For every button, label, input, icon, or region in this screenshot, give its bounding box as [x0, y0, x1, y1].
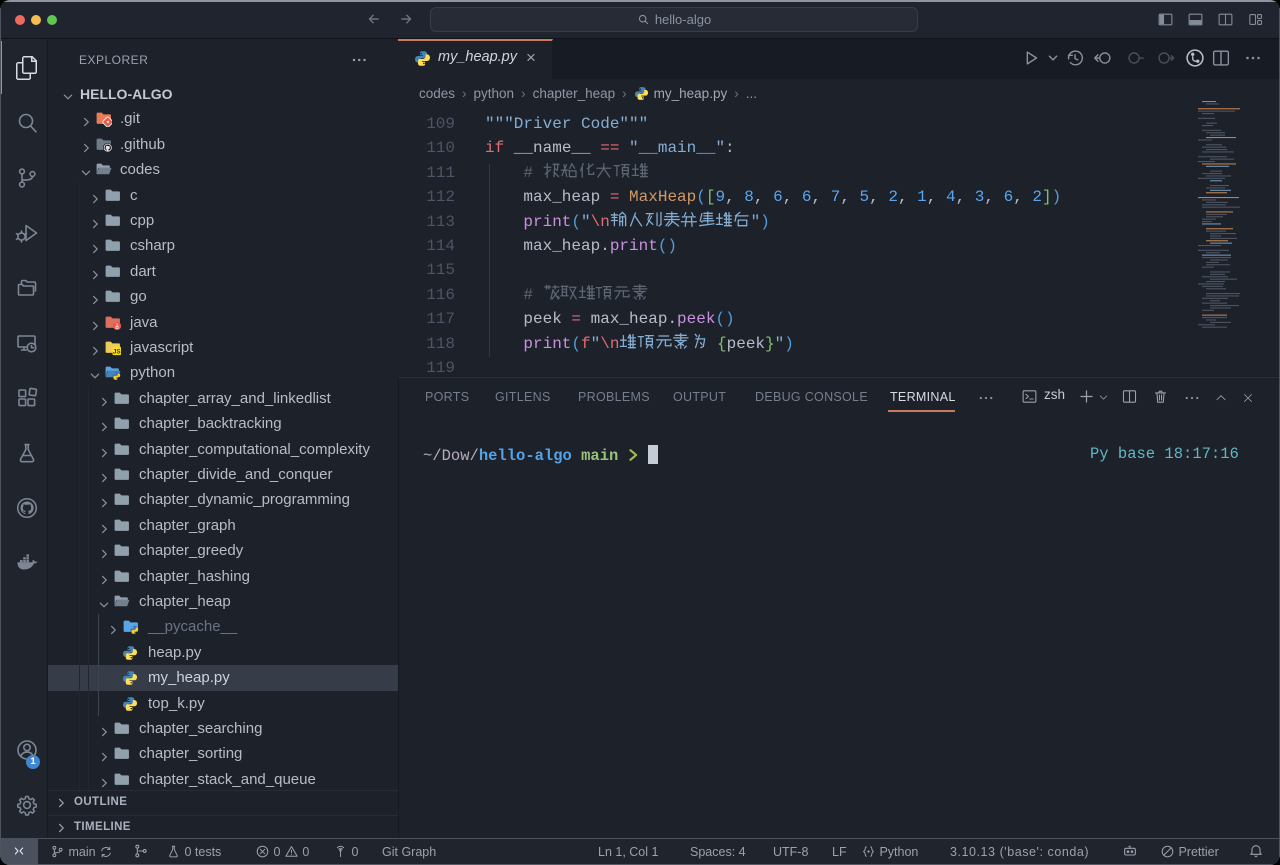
svg-text:JS: JS: [113, 349, 121, 356]
